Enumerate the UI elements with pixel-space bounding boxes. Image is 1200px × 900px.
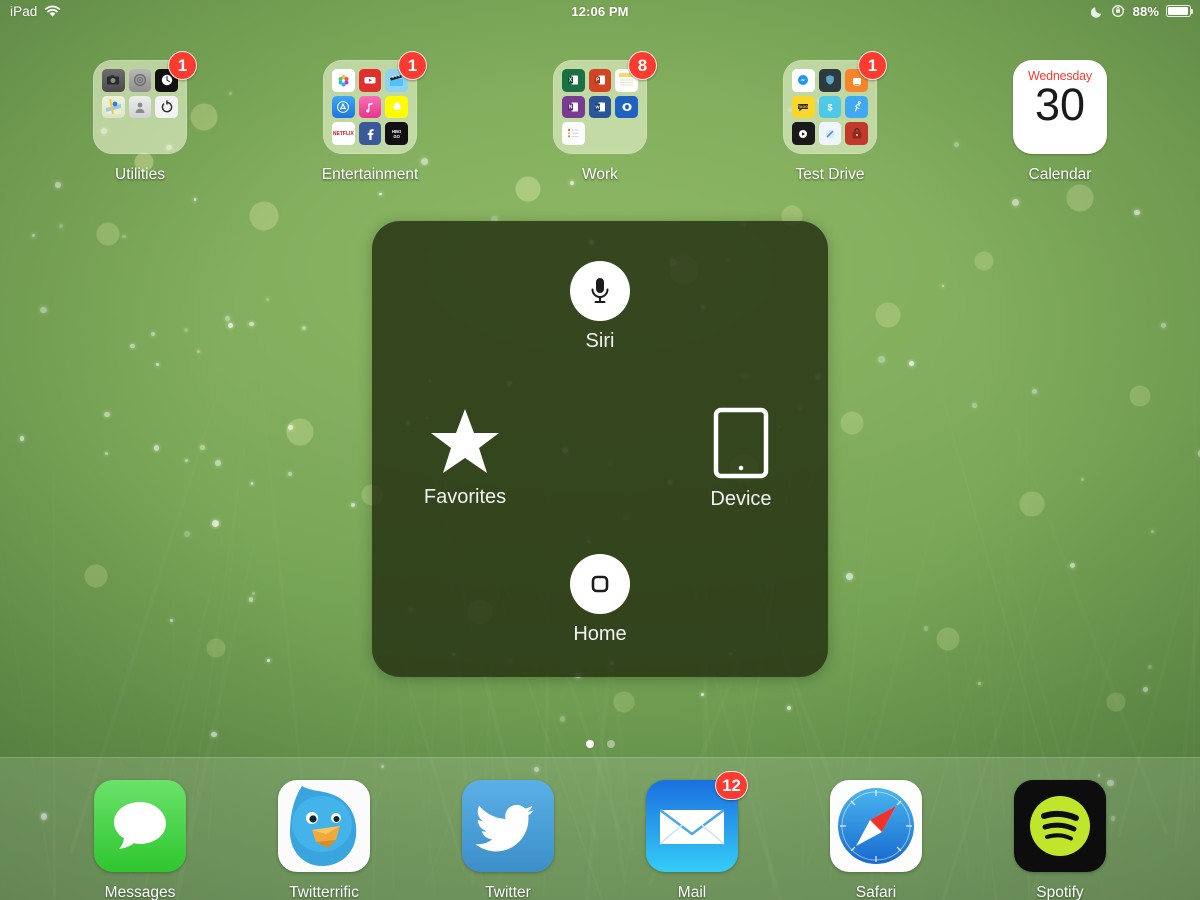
mini-icon-square-cash: $ xyxy=(818,95,842,119)
mini-icon-outlook xyxy=(615,95,638,119)
mini-icon-paper xyxy=(818,122,842,145)
page-dot-2[interactable] xyxy=(606,740,615,748)
dock-label-safari: Safari xyxy=(855,884,897,900)
tablet-icon xyxy=(713,407,769,479)
dock-label-twitterrific: Twitterrific xyxy=(289,884,359,900)
assistive-touch-menu[interactable]: Siri Favorites Device Home xyxy=(372,221,828,677)
calendar-date: 30 xyxy=(1034,79,1086,130)
assistive-touch-device[interactable]: Device xyxy=(656,407,826,511)
mini-icon-snapchat xyxy=(385,95,408,119)
assistive-touch-siri[interactable]: Siri xyxy=(515,261,685,353)
mini-icon-reminders xyxy=(562,122,585,145)
badge-mail: 12 xyxy=(715,771,748,800)
folder-test-drive-icon[interactable]: TAGG $ 1 xyxy=(783,51,887,154)
folder-label-work: Work xyxy=(582,166,618,183)
mini-icon-runkeeper xyxy=(845,95,868,119)
page-indicator[interactable] xyxy=(0,740,1200,748)
dock-label-twitter: Twitter xyxy=(485,884,531,900)
svg-text:TAGG: TAGG xyxy=(798,105,808,109)
dock-label-messages: Messages xyxy=(104,884,176,900)
assistive-touch-home[interactable]: Home xyxy=(515,554,685,646)
assistive-touch-favorites[interactable]: Favorites xyxy=(380,407,550,509)
mini-icon-settings xyxy=(128,69,152,92)
folder-label-entertainment: Entertainment xyxy=(321,166,419,183)
dock: Messages Twitterrific Twitter 12 Mail Sa… xyxy=(0,757,1200,900)
status-bar: iPad 12:06 PM 88% xyxy=(0,0,1200,22)
app-calendar-icon[interactable]: Wednesday 30 xyxy=(1013,60,1107,154)
twitter-icon xyxy=(462,780,554,872)
dock-icon-wrap[interactable] xyxy=(1014,780,1106,872)
folder-work[interactable]: X P N W 8 Work xyxy=(485,51,715,184)
dock-app-twitter[interactable]: Twitter xyxy=(416,758,600,900)
badge-test-drive: 1 xyxy=(858,51,887,80)
mini-icon-music xyxy=(358,95,382,119)
folder-label-utilities: Utilities xyxy=(115,166,165,183)
svg-text:$: $ xyxy=(827,102,832,112)
assistive-touch-home-label: Home xyxy=(573,623,627,645)
dock-icon-wrap[interactable] xyxy=(462,780,554,872)
status-bar-clock: 12:06 PM xyxy=(571,3,629,19)
calendar-icon: Wednesday 30 xyxy=(1013,60,1107,154)
mini-icon-netflix: NETFLIX xyxy=(332,122,355,145)
folder-utilities[interactable]: 1 Utilities xyxy=(25,51,255,184)
assistive-touch-favorites-label: Favorites xyxy=(423,486,507,508)
dock-icon-wrap[interactable] xyxy=(830,780,922,872)
folder-label-test-drive: Test Drive xyxy=(795,166,865,183)
mini-icon-1password xyxy=(818,69,842,92)
mini-icon-camera xyxy=(102,69,125,92)
mini-icon-reset xyxy=(155,95,178,119)
folder-entertainment-icon[interactable]: NETFLIX HBO GO 1 xyxy=(323,51,427,154)
mini-icon-photos xyxy=(332,69,355,92)
badge-entertainment: 1 xyxy=(398,51,427,80)
twitterrific-icon xyxy=(278,780,370,872)
microphone-icon xyxy=(570,261,630,321)
safari-icon xyxy=(830,780,922,872)
mini-icon-tagg: TAGG xyxy=(792,95,815,119)
badge-work: 8 xyxy=(628,51,657,80)
spotify-icon xyxy=(1014,780,1106,872)
svg-text:N: N xyxy=(569,105,573,111)
mini-icon-messenger xyxy=(792,69,815,92)
star-icon xyxy=(431,409,499,473)
app-calendar[interactable]: Wednesday 30 Calendar xyxy=(945,60,1175,184)
mini-icon-excel: X xyxy=(562,69,585,92)
mini-icon-onenote: N xyxy=(562,95,585,119)
messages-icon xyxy=(94,780,186,872)
dock-app-twitterrific[interactable]: Twitterrific xyxy=(232,758,416,900)
folder-work-icon[interactable]: X P N W 8 xyxy=(553,51,657,154)
home-screen-grid: 1 Utilities NETFLIX HBO GO 1 Entertainme… xyxy=(0,51,1200,184)
dock-icon-wrap[interactable] xyxy=(278,780,370,872)
mini-icon-overcast xyxy=(792,122,815,145)
assistive-touch-siri-label: Siri xyxy=(585,330,615,352)
dock-label-mail: Mail xyxy=(677,884,707,900)
folder-entertainment[interactable]: NETFLIX HBO GO 1 Entertainment xyxy=(255,51,485,184)
assistive-touch-device-label: Device xyxy=(710,488,772,510)
badge-utilities: 1 xyxy=(168,51,197,80)
mini-icon-maps xyxy=(102,95,125,119)
mini-icon-bag xyxy=(845,122,868,145)
folder-utilities-icon[interactable]: 1 xyxy=(93,51,197,154)
dock-icon-wrap[interactable]: 12 xyxy=(646,771,748,872)
mini-icon-hbo-go: HBO GO xyxy=(385,122,408,145)
mini-icon-powerpoint: P xyxy=(588,69,612,92)
page-dot-1[interactable] xyxy=(585,740,594,748)
battery-icon xyxy=(1166,5,1194,17)
mini-icon-contacts xyxy=(128,95,152,119)
home-button-icon xyxy=(570,554,630,614)
mini-icon-youtube xyxy=(358,69,382,92)
dock-icon-wrap[interactable] xyxy=(94,780,186,872)
dock-app-safari[interactable]: Safari xyxy=(784,758,968,900)
folder-test-drive[interactable]: TAGG $ 1 Test Drive xyxy=(715,51,945,184)
mini-icon-word: W xyxy=(588,95,612,119)
dock-app-spotify[interactable]: Spotify xyxy=(968,758,1152,900)
mini-icon-app-store xyxy=(332,95,355,119)
dock-app-messages[interactable]: Messages xyxy=(48,758,232,900)
dock-app-mail[interactable]: 12 Mail xyxy=(600,758,784,900)
mini-icon-facebook xyxy=(358,122,382,145)
app-label-calendar: Calendar xyxy=(1028,166,1092,183)
dock-label-spotify: Spotify xyxy=(1036,884,1084,900)
